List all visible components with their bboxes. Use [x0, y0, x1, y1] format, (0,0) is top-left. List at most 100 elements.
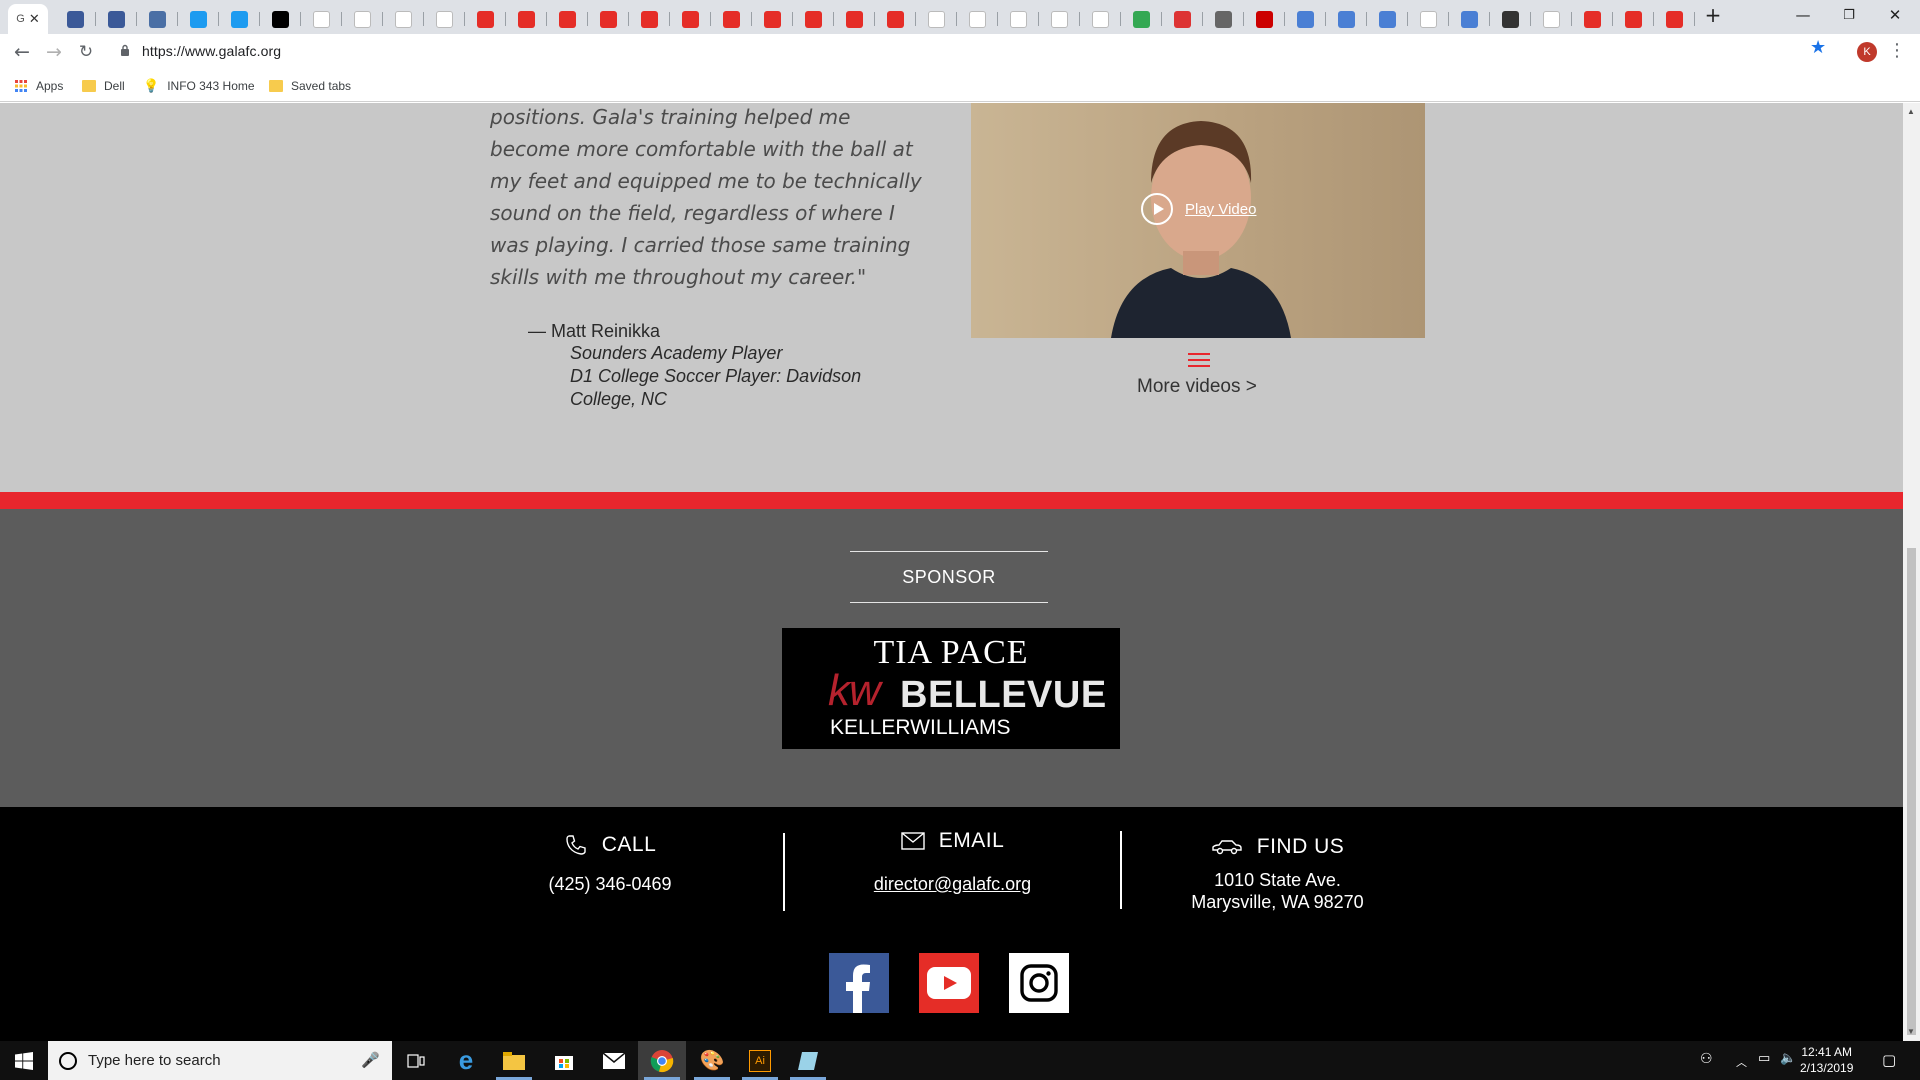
browser-tab[interactable]	[219, 4, 259, 34]
browser-tab[interactable]	[137, 4, 177, 34]
paint-icon: 🎨	[699, 1050, 725, 1072]
browser-tab[interactable]	[1449, 4, 1489, 34]
browser-tab[interactable]	[383, 4, 423, 34]
scroll-thumb[interactable]	[1907, 548, 1916, 1035]
browser-tab[interactable]	[629, 4, 669, 34]
browser-tab[interactable]	[1039, 4, 1079, 34]
browser-tab[interactable]	[1326, 4, 1366, 34]
bookmark-info343[interactable]: 💡 INFO 343 Home	[143, 77, 255, 95]
browser-tab[interactable]	[1613, 4, 1653, 34]
taskbar-paint[interactable]: 🎨	[688, 1041, 736, 1080]
tab-close-icon[interactable]: ✕	[29, 12, 40, 27]
browser-tab[interactable]	[342, 4, 382, 34]
browser-tab[interactable]	[1572, 4, 1612, 34]
tab-favicon	[394, 10, 412, 28]
facebook-button[interactable]	[829, 953, 889, 1013]
taskbar-chrome[interactable]	[638, 1041, 686, 1080]
close-window-button[interactable]: ✕	[1872, 0, 1918, 30]
bookmark-apps[interactable]: Apps	[14, 77, 63, 95]
minimize-button[interactable]: —	[1780, 0, 1826, 30]
browser-tab[interactable]	[998, 4, 1038, 34]
browser-tab[interactable]	[301, 4, 341, 34]
bookmark-star-icon[interactable]: ★	[1810, 37, 1826, 58]
browser-tab[interactable]	[1121, 4, 1161, 34]
profile-avatar[interactable]: K	[1857, 42, 1877, 62]
browser-tab[interactable]	[1285, 4, 1325, 34]
notification-icon[interactable]: ▢	[1882, 1051, 1896, 1069]
video-list-icon[interactable]	[1188, 353, 1210, 367]
play-video-button[interactable]: Play Video	[1141, 193, 1256, 225]
bookmark-label: Dell	[104, 79, 125, 93]
browser-tab[interactable]	[1654, 4, 1694, 34]
browser-tab[interactable]	[916, 4, 956, 34]
new-tab-button[interactable]: +	[1690, 0, 1736, 30]
tab-favicon	[271, 10, 289, 28]
instagram-button[interactable]	[1009, 953, 1069, 1013]
browser-tab[interactable]	[1162, 4, 1202, 34]
youtube-button[interactable]	[919, 953, 979, 1013]
browser-tab[interactable]	[1080, 4, 1120, 34]
email-link[interactable]: director@galafc.org	[840, 873, 1065, 895]
browser-tab[interactable]	[506, 4, 546, 34]
browser-tab[interactable]	[424, 4, 464, 34]
taskbar-search[interactable]: Type here to search 🎤	[48, 1041, 392, 1080]
system-clock[interactable]: 12:41 AM 2/13/2019	[1800, 1044, 1853, 1076]
browser-tab[interactable]	[260, 4, 300, 34]
people-icon[interactable]: ⚇	[1700, 1051, 1713, 1067]
browser-tab[interactable]	[875, 4, 915, 34]
reload-button[interactable]: ↻	[72, 38, 100, 66]
tab-favicon	[476, 10, 494, 28]
browser-tab[interactable]	[793, 4, 833, 34]
taskbar-edge[interactable]: e	[442, 1041, 490, 1080]
browser-tab[interactable]	[711, 4, 751, 34]
chrome-icon	[650, 1049, 674, 1072]
tray-chevron-icon[interactable]: ︿	[1736, 1054, 1747, 1070]
browser-tab[interactable]	[588, 4, 628, 34]
browser-tab[interactable]	[1408, 4, 1448, 34]
page-scrollbar[interactable]: ▲ ▼	[1903, 103, 1920, 1041]
back-button[interactable]: ←	[8, 38, 36, 66]
taskbar-app[interactable]	[784, 1041, 832, 1080]
taskbar-file-explorer[interactable]	[490, 1041, 538, 1080]
video-player[interactable]: Play Video	[971, 103, 1425, 338]
browser-tab[interactable]	[1203, 4, 1243, 34]
phone-number[interactable]: (425) 346-0469	[530, 873, 690, 895]
browser-tab[interactable]	[1244, 4, 1284, 34]
taskbar-mail[interactable]	[590, 1041, 638, 1080]
browser-tab[interactable]	[55, 4, 95, 34]
browser-tab[interactable]	[670, 4, 710, 34]
browser-tab[interactable]	[1367, 4, 1407, 34]
player-name: — Matt Reinikka	[528, 321, 661, 341]
network-icon[interactable]: ▭	[1758, 1051, 1770, 1066]
sponsor-logo[interactable]: TIA PACE kw BELLEVUE KELLERWILLIAMS	[782, 628, 1120, 749]
tab-favicon	[1132, 10, 1150, 28]
microphone-icon[interactable]: 🎤	[361, 1051, 380, 1069]
start-button[interactable]	[0, 1041, 48, 1080]
tab-active[interactable]: G ✕	[8, 4, 48, 34]
footer-divider	[783, 833, 785, 911]
restore-button[interactable]: ❐	[1826, 0, 1872, 30]
notepad-icon	[798, 1051, 818, 1070]
browser-tab[interactable]	[1490, 4, 1530, 34]
forward-button[interactable]: →	[40, 38, 68, 66]
browser-tab[interactable]	[547, 4, 587, 34]
scroll-up-icon[interactable]: ▲	[1907, 107, 1915, 116]
browser-tab[interactable]	[1531, 4, 1571, 34]
volume-icon[interactable]: 🔈	[1780, 1051, 1796, 1066]
browser-tab[interactable]	[834, 4, 874, 34]
tab-favicon	[1624, 10, 1642, 28]
browser-tab[interactable]	[752, 4, 792, 34]
browser-tab[interactable]	[465, 4, 505, 34]
bookmark-dell[interactable]: Dell	[82, 77, 125, 95]
browser-tab[interactable]	[957, 4, 997, 34]
browser-menu-icon[interactable]: ⋮	[1888, 40, 1906, 61]
scroll-down-icon[interactable]: ▼	[1907, 1027, 1915, 1036]
bookmark-saved-tabs[interactable]: Saved tabs	[269, 77, 351, 95]
more-videos-link[interactable]: More videos >	[1137, 376, 1257, 398]
task-view-button[interactable]	[392, 1041, 440, 1080]
address-bar[interactable]: https://www.galafc.org	[112, 37, 1842, 67]
browser-tab[interactable]	[178, 4, 218, 34]
taskbar-store[interactable]	[540, 1041, 588, 1080]
taskbar-illustrator[interactable]: Ai	[736, 1041, 784, 1080]
browser-tab[interactable]	[96, 4, 136, 34]
